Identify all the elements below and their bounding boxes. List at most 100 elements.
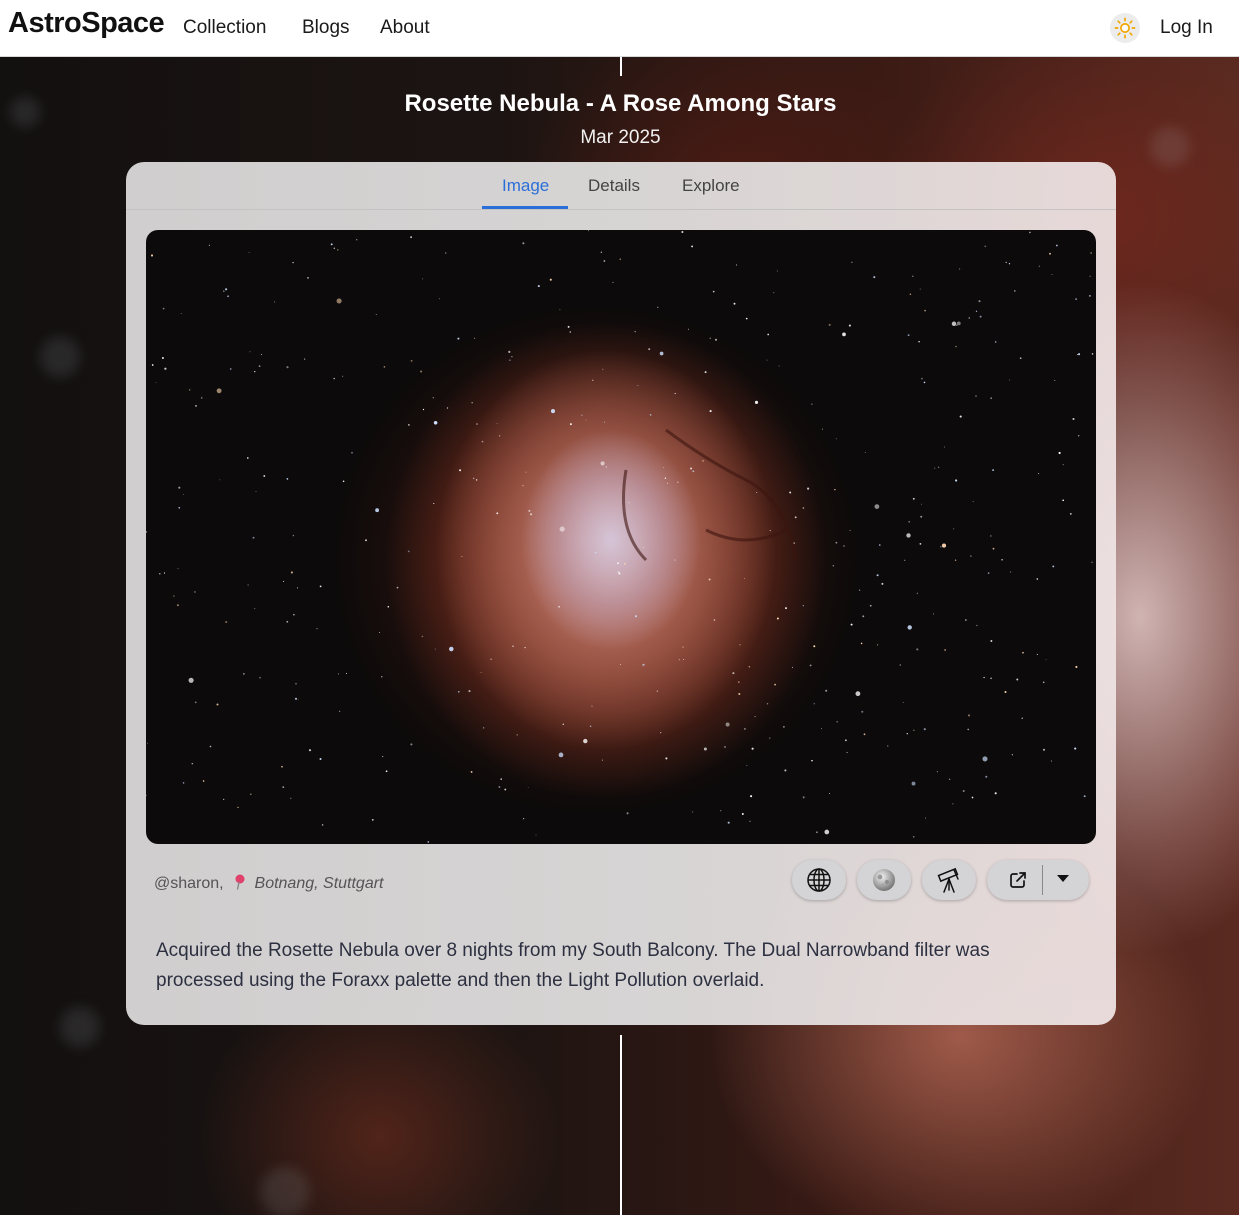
star — [1042, 681, 1045, 684]
caret-down-icon[interactable] — [1057, 875, 1069, 883]
star — [569, 423, 572, 426]
external-link-icon[interactable] — [1008, 870, 1028, 890]
nav-link-blogs[interactable]: Blogs — [302, 17, 350, 39]
star — [617, 562, 620, 565]
star — [292, 261, 294, 264]
brand-logo[interactable]: AstroSpace — [8, 7, 165, 40]
split-divider — [1042, 865, 1043, 895]
star — [512, 645, 514, 648]
star — [1005, 261, 1007, 264]
star — [216, 388, 222, 394]
globe-icon — [807, 868, 831, 892]
star — [410, 236, 412, 239]
star — [738, 693, 741, 695]
star — [1049, 252, 1051, 255]
star — [952, 803, 954, 805]
star — [848, 324, 851, 327]
star — [908, 520, 911, 523]
star — [713, 619, 716, 621]
star — [259, 676, 261, 679]
star — [342, 375, 344, 377]
star — [591, 379, 594, 382]
star — [162, 307, 165, 310]
star — [229, 368, 232, 370]
star — [281, 765, 283, 768]
star — [855, 691, 861, 697]
star — [286, 366, 289, 369]
star — [704, 371, 707, 374]
nav-link-about[interactable]: About — [380, 17, 430, 39]
star — [481, 440, 484, 443]
star — [978, 300, 981, 303]
star — [754, 400, 759, 404]
star — [1075, 665, 1078, 669]
star — [1016, 678, 1019, 681]
star — [887, 745, 889, 747]
star — [588, 230, 590, 232]
star — [252, 536, 255, 539]
star — [913, 729, 915, 731]
star — [690, 467, 693, 470]
star — [745, 317, 748, 320]
star — [150, 254, 154, 257]
star — [813, 645, 816, 648]
star — [921, 377, 923, 380]
star — [375, 508, 380, 513]
star — [907, 625, 912, 630]
tab-details[interactable]: Details — [588, 176, 640, 196]
star — [994, 341, 997, 343]
theme-toggle-button[interactable] — [1110, 13, 1140, 43]
nav-link-collection[interactable]: Collection — [183, 17, 266, 39]
star — [656, 690, 658, 692]
star — [835, 541, 838, 544]
star — [824, 829, 830, 835]
telescope-button[interactable] — [922, 860, 976, 900]
star — [972, 501, 974, 503]
star — [767, 333, 770, 336]
star — [379, 632, 380, 633]
star — [733, 302, 736, 305]
star — [295, 682, 297, 685]
star — [1091, 353, 1094, 355]
star — [333, 247, 336, 250]
star — [682, 646, 684, 648]
star — [634, 331, 636, 333]
star — [1090, 252, 1092, 254]
star — [1054, 380, 1056, 381]
star — [1029, 231, 1031, 234]
star — [924, 309, 926, 312]
star — [958, 268, 961, 270]
star — [909, 293, 912, 296]
star — [216, 703, 219, 706]
author-handle[interactable]: @sharon, — [154, 875, 224, 892]
moon-button[interactable] — [857, 860, 911, 900]
star — [1083, 795, 1086, 798]
star — [1062, 464, 1064, 466]
location-text[interactable]: Botnang, Stuttgart — [255, 875, 384, 892]
nebula-photo[interactable] — [146, 230, 1096, 844]
star — [385, 770, 388, 773]
globe-button[interactable] — [792, 860, 846, 900]
star — [748, 666, 751, 668]
star — [483, 727, 485, 729]
star — [919, 543, 922, 545]
star — [832, 564, 835, 567]
star — [936, 771, 938, 773]
star — [971, 796, 974, 799]
login-link[interactable]: Log In — [1160, 17, 1213, 39]
share-split-button[interactable] — [987, 860, 1089, 900]
star — [528, 509, 531, 512]
tab-image[interactable]: Image — [502, 176, 549, 196]
star — [258, 365, 261, 367]
star — [975, 310, 978, 312]
star — [173, 595, 175, 597]
tab-explore[interactable]: Explore — [682, 176, 740, 196]
star — [708, 578, 711, 581]
star — [678, 659, 680, 661]
star — [151, 364, 154, 366]
star — [921, 503, 922, 505]
star — [692, 811, 694, 813]
star — [189, 389, 191, 391]
star — [254, 370, 256, 373]
post-date: Mar 2025 — [580, 127, 661, 148]
